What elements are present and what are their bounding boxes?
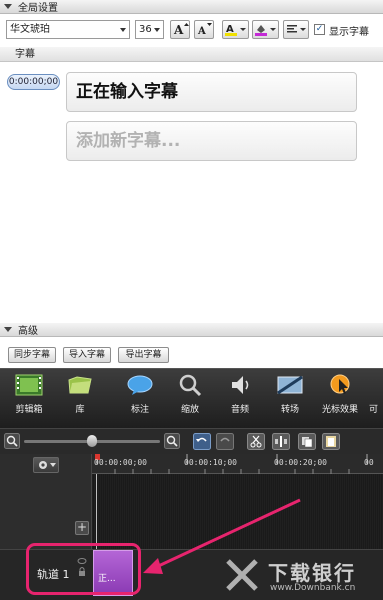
watermark-title: 下载银行 [268,561,356,585]
watermark: 下载银行 www.Downbank.cn [222,555,382,600]
arrow-annotation [143,498,301,574]
watermark-url: www.Downbank.cn [270,583,356,593]
watermark-logo-icon [226,559,258,591]
